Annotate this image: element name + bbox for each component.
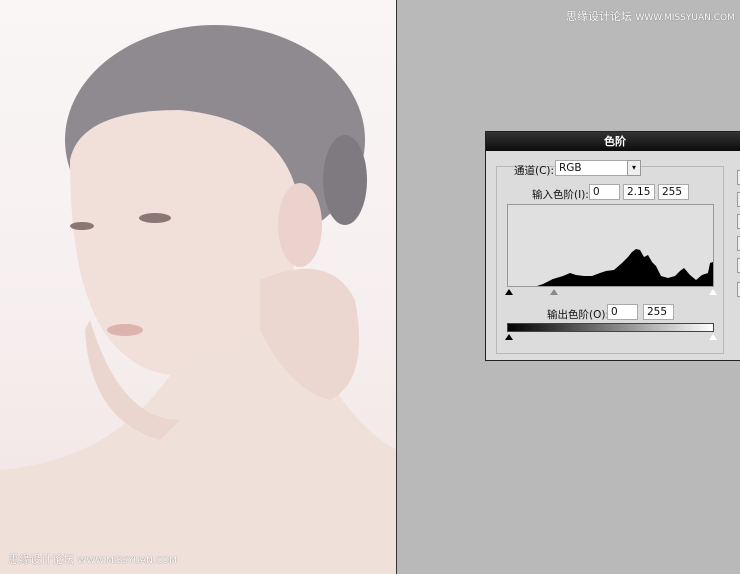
portrait-photo: 思缘设计论坛 WWW.MISSYUAN.COM xyxy=(0,0,397,574)
output-black-field[interactable]: 0 xyxy=(607,304,638,320)
dialog-title[interactable]: 色阶 xyxy=(486,132,740,151)
histogram-graph xyxy=(537,249,713,286)
input-gamma-slider[interactable] xyxy=(550,289,558,295)
input-gamma-field[interactable]: 2.15 xyxy=(623,184,655,200)
input-black-field[interactable]: 0 xyxy=(589,184,620,200)
output-gradient-bar xyxy=(507,323,714,332)
channel-select[interactable]: RGB xyxy=(555,160,628,176)
input-black-slider[interactable] xyxy=(505,289,513,295)
watermark-cn: 思缘设计论坛 xyxy=(8,553,74,566)
channel-label: 通道(C): xyxy=(514,165,555,177)
chevron-down-icon[interactable]: ▾ xyxy=(627,160,641,176)
output-black-slider[interactable] xyxy=(505,334,513,340)
histogram xyxy=(507,204,714,287)
watermark-top: 思缘设计论坛 WWW.MISSYUAN.COM xyxy=(566,8,735,24)
watermark-bottom: 思缘设计论坛 WWW.MISSYUAN.COM xyxy=(8,551,177,567)
output-white-slider[interactable] xyxy=(709,334,717,340)
input-white-slider[interactable] xyxy=(709,289,717,295)
watermark-cn: 思缘设计论坛 xyxy=(566,10,632,23)
output-levels-label: 输出色阶(O): xyxy=(547,309,609,321)
watermark-url: WWW.MISSYUAN.COM xyxy=(635,13,735,23)
levels-dialog: 色阶 通道(C): RGB ▾ 输入色阶(I): 0 2.15 255 输出色阶… xyxy=(485,131,740,361)
portrait-image xyxy=(0,25,396,574)
watermark-url: WWW.MISSYUAN.COM xyxy=(77,556,177,566)
input-levels-label: 输入色阶(I): xyxy=(532,189,589,201)
output-white-field[interactable]: 255 xyxy=(643,304,674,320)
input-white-field[interactable]: 255 xyxy=(658,184,689,200)
